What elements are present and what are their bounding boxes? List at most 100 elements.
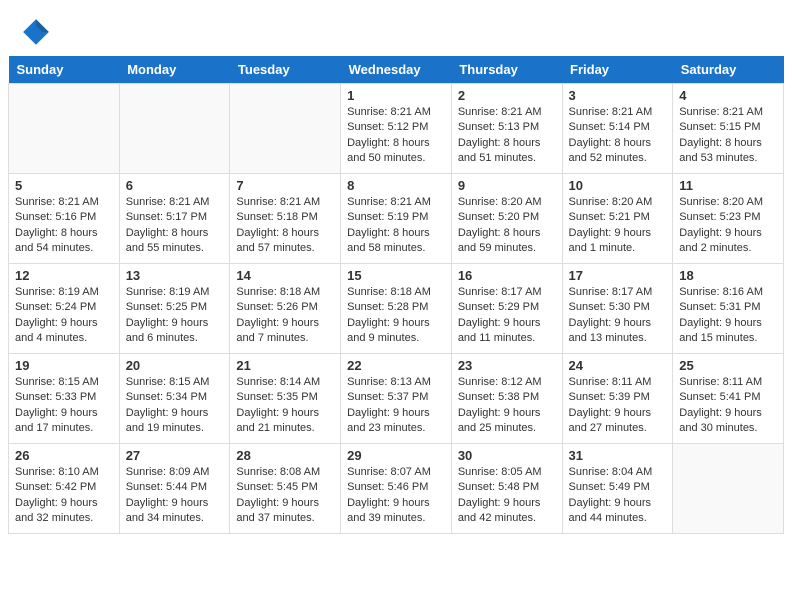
- day-cell-25: 25 Sunrise: 8:11 AM Sunset: 5:41 PM Dayli…: [673, 354, 784, 444]
- day-cell-23: 23 Sunrise: 8:12 AM Sunset: 5:38 PM Dayli…: [451, 354, 562, 444]
- logo-icon: [20, 16, 52, 48]
- day-info: Sunrise: 8:21 AM Sunset: 5:19 PM Dayligh…: [347, 195, 445, 257]
- day-cell-18: 18 Sunrise: 8:16 AM Sunset: 5:31 PM Dayli…: [673, 264, 784, 354]
- day-number: 18: [679, 268, 777, 283]
- day-info: Sunrise: 8:07 AM Sunset: 5:46 PM Dayligh…: [347, 465, 445, 527]
- day-number: 12: [15, 268, 113, 283]
- day-number: 27: [126, 448, 224, 463]
- day-cell-15: 15 Sunrise: 8:18 AM Sunset: 5:28 PM Dayli…: [341, 264, 452, 354]
- day-number: 19: [15, 358, 113, 373]
- day-number: 11: [679, 178, 777, 193]
- day-number: 13: [126, 268, 224, 283]
- day-cell-5: 5 Sunrise: 8:21 AM Sunset: 5:16 PM Daylig…: [9, 174, 120, 264]
- day-number: 3: [569, 88, 667, 103]
- day-cell-empty: [119, 84, 230, 174]
- day-info: Sunrise: 8:21 AM Sunset: 5:16 PM Dayligh…: [15, 195, 113, 257]
- day-info: Sunrise: 8:20 AM Sunset: 5:23 PM Dayligh…: [679, 195, 777, 257]
- day-number: 16: [458, 268, 556, 283]
- day-info: Sunrise: 8:21 AM Sunset: 5:13 PM Dayligh…: [458, 105, 556, 167]
- day-number: 24: [569, 358, 667, 373]
- day-number: 14: [236, 268, 334, 283]
- day-info: Sunrise: 8:11 AM Sunset: 5:39 PM Dayligh…: [569, 375, 667, 437]
- day-cell-20: 20 Sunrise: 8:15 AM Sunset: 5:34 PM Dayli…: [119, 354, 230, 444]
- day-cell-empty: [230, 84, 341, 174]
- day-number: 1: [347, 88, 445, 103]
- day-header-thursday: Thursday: [451, 56, 562, 84]
- day-info: Sunrise: 8:21 AM Sunset: 5:14 PM Dayligh…: [569, 105, 667, 167]
- day-number: 23: [458, 358, 556, 373]
- day-cell-29: 29 Sunrise: 8:07 AM Sunset: 5:46 PM Dayli…: [341, 444, 452, 534]
- calendar-wrapper: SundayMondayTuesdayWednesdayThursdayFrid…: [0, 56, 792, 542]
- day-number: 22: [347, 358, 445, 373]
- day-number: 5: [15, 178, 113, 193]
- day-info: Sunrise: 8:19 AM Sunset: 5:25 PM Dayligh…: [126, 285, 224, 347]
- day-cell-13: 13 Sunrise: 8:19 AM Sunset: 5:25 PM Dayli…: [119, 264, 230, 354]
- day-info: Sunrise: 8:18 AM Sunset: 5:26 PM Dayligh…: [236, 285, 334, 347]
- week-row-1: 5 Sunrise: 8:21 AM Sunset: 5:16 PM Daylig…: [9, 174, 784, 264]
- day-info: Sunrise: 8:21 AM Sunset: 5:17 PM Dayligh…: [126, 195, 224, 257]
- day-info: Sunrise: 8:17 AM Sunset: 5:29 PM Dayligh…: [458, 285, 556, 347]
- day-info: Sunrise: 8:11 AM Sunset: 5:41 PM Dayligh…: [679, 375, 777, 437]
- logo: [20, 16, 56, 48]
- week-row-4: 26Sunrise: 8:10 AM Sunset: 5:42 PM Dayli…: [9, 444, 784, 534]
- day-cell-4: 4 Sunrise: 8:21 AM Sunset: 5:15 PM Daylig…: [673, 84, 784, 174]
- day-cell-10: 10Sunrise: 8:20 AM Sunset: 5:21 PM Dayli…: [562, 174, 673, 264]
- day-number: 17: [569, 268, 667, 283]
- day-info: Sunrise: 8:21 AM Sunset: 5:18 PM Dayligh…: [236, 195, 334, 257]
- day-info: Sunrise: 8:20 AM Sunset: 5:20 PM Dayligh…: [458, 195, 556, 257]
- day-header-sunday: Sunday: [9, 56, 120, 84]
- day-cell-14: 14 Sunrise: 8:18 AM Sunset: 5:26 PM Dayli…: [230, 264, 341, 354]
- day-header-wednesday: Wednesday: [341, 56, 452, 84]
- day-number: 26: [15, 448, 113, 463]
- day-cell-3: 3 Sunrise: 8:21 AM Sunset: 5:14 PM Daylig…: [562, 84, 673, 174]
- day-number: 8: [347, 178, 445, 193]
- header: [0, 0, 792, 56]
- day-info: Sunrise: 8:18 AM Sunset: 5:28 PM Dayligh…: [347, 285, 445, 347]
- day-number: 15: [347, 268, 445, 283]
- day-cell-28: 28Sunrise: 8:08 AM Sunset: 5:45 PM Dayli…: [230, 444, 341, 534]
- day-number: 28: [236, 448, 334, 463]
- week-row-0: 1Sunrise: 8:21 AM Sunset: 5:12 PM Daylig…: [9, 84, 784, 174]
- day-cell-17: 17 Sunrise: 8:17 AM Sunset: 5:30 PM Dayli…: [562, 264, 673, 354]
- day-header-friday: Friday: [562, 56, 673, 84]
- day-info: Sunrise: 8:09 AM Sunset: 5:44 PM Dayligh…: [126, 465, 224, 527]
- day-number: 7: [236, 178, 334, 193]
- day-number: 9: [458, 178, 556, 193]
- day-cell-empty: [673, 444, 784, 534]
- day-cell-26: 26Sunrise: 8:10 AM Sunset: 5:42 PM Dayli…: [9, 444, 120, 534]
- week-row-3: 19 Sunrise: 8:15 AM Sunset: 5:33 PM Dayli…: [9, 354, 784, 444]
- day-info: Sunrise: 8:14 AM Sunset: 5:35 PM Dayligh…: [236, 375, 334, 437]
- day-info: Sunrise: 8:17 AM Sunset: 5:30 PM Dayligh…: [569, 285, 667, 347]
- day-cell-9: 9 Sunrise: 8:20 AM Sunset: 5:20 PM Daylig…: [451, 174, 562, 264]
- day-info: Sunrise: 8:15 AM Sunset: 5:34 PM Dayligh…: [126, 375, 224, 437]
- day-info: Sunrise: 8:16 AM Sunset: 5:31 PM Dayligh…: [679, 285, 777, 347]
- day-info: Sunrise: 8:12 AM Sunset: 5:38 PM Dayligh…: [458, 375, 556, 437]
- day-info: Sunrise: 8:05 AM Sunset: 5:48 PM Dayligh…: [458, 465, 556, 527]
- day-header-saturday: Saturday: [673, 56, 784, 84]
- week-row-2: 12 Sunrise: 8:19 AM Sunset: 5:24 PM Dayli…: [9, 264, 784, 354]
- day-info: Sunrise: 8:19 AM Sunset: 5:24 PM Dayligh…: [15, 285, 113, 347]
- day-cell-31: 31Sunrise: 8:04 AM Sunset: 5:49 PM Dayli…: [562, 444, 673, 534]
- day-cell-7: 7 Sunrise: 8:21 AM Sunset: 5:18 PM Daylig…: [230, 174, 341, 264]
- day-cell-19: 19 Sunrise: 8:15 AM Sunset: 5:33 PM Dayli…: [9, 354, 120, 444]
- day-info: Sunrise: 8:21 AM Sunset: 5:15 PM Dayligh…: [679, 105, 777, 167]
- day-number: 29: [347, 448, 445, 463]
- day-cell-1: 1Sunrise: 8:21 AM Sunset: 5:12 PM Daylig…: [341, 84, 452, 174]
- day-info: Sunrise: 8:13 AM Sunset: 5:37 PM Dayligh…: [347, 375, 445, 437]
- day-number: 21: [236, 358, 334, 373]
- day-cell-empty: [9, 84, 120, 174]
- day-number: 4: [679, 88, 777, 103]
- day-cell-16: 16 Sunrise: 8:17 AM Sunset: 5:29 PM Dayli…: [451, 264, 562, 354]
- day-cell-12: 12 Sunrise: 8:19 AM Sunset: 5:24 PM Dayli…: [9, 264, 120, 354]
- day-number: 31: [569, 448, 667, 463]
- day-cell-22: 22 Sunrise: 8:13 AM Sunset: 5:37 PM Dayli…: [341, 354, 452, 444]
- day-info: Sunrise: 8:15 AM Sunset: 5:33 PM Dayligh…: [15, 375, 113, 437]
- day-number: 25: [679, 358, 777, 373]
- day-cell-8: 8 Sunrise: 8:21 AM Sunset: 5:19 PM Daylig…: [341, 174, 452, 264]
- day-number: 20: [126, 358, 224, 373]
- day-cell-6: 6 Sunrise: 8:21 AM Sunset: 5:17 PM Daylig…: [119, 174, 230, 264]
- calendar-body: 1Sunrise: 8:21 AM Sunset: 5:12 PM Daylig…: [9, 84, 784, 534]
- day-number: 10: [569, 178, 667, 193]
- day-cell-11: 11 Sunrise: 8:20 AM Sunset: 5:23 PM Dayli…: [673, 174, 784, 264]
- day-number: 6: [126, 178, 224, 193]
